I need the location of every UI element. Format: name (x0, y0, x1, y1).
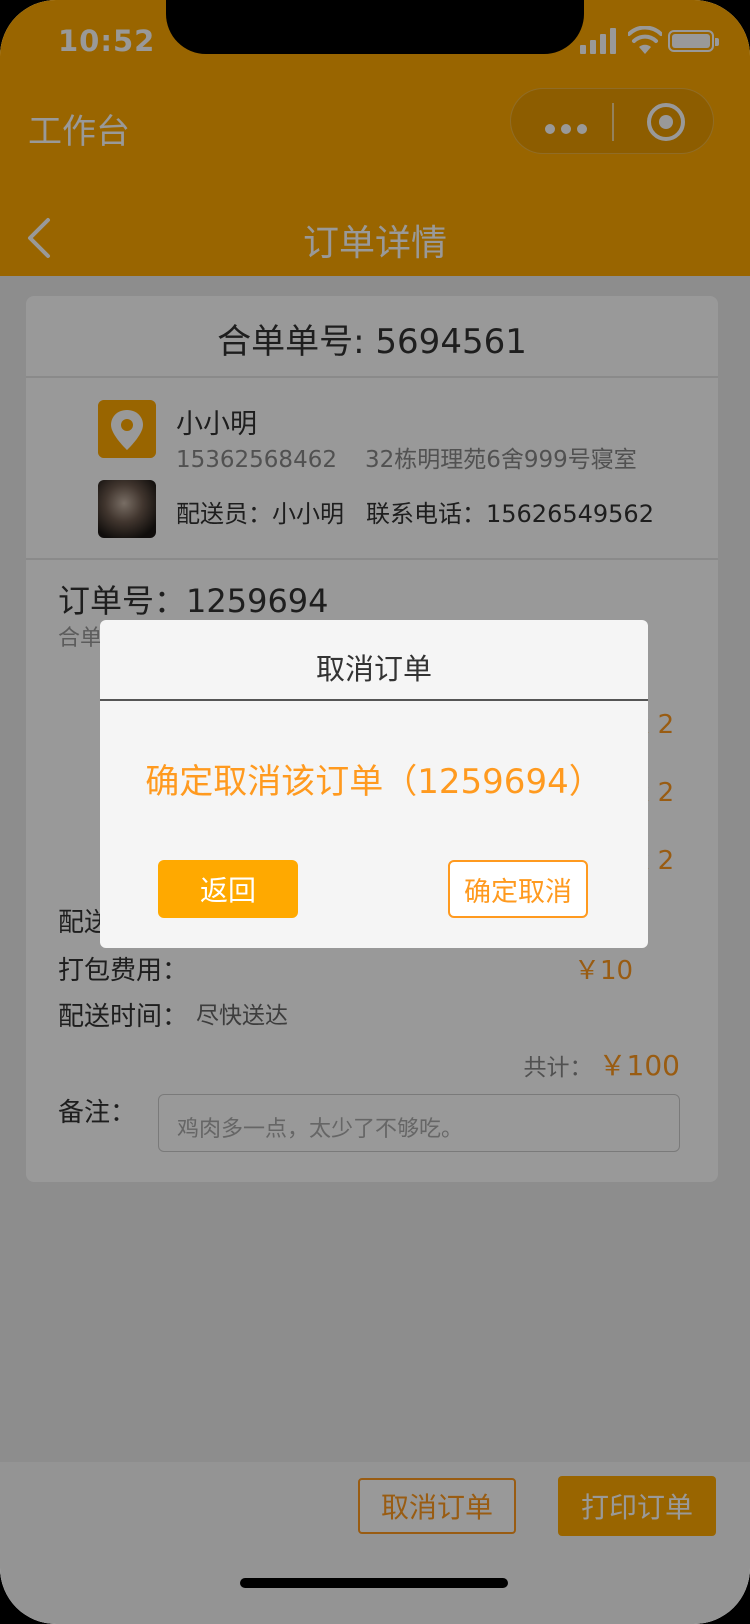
dialog-back-button[interactable]: 返回 (158, 860, 298, 918)
dialog-confirm-cancel-button[interactable]: 确定取消 (448, 860, 588, 918)
phone-screen: 10:52 工作台 订单详情 合单单号: 5694561 小小明 1536256… (0, 0, 750, 1624)
cancel-order-dialog: 取消订单 确定取消该订单（1259694） 返回 确定取消 (100, 620, 648, 948)
dialog-title: 取消订单 (315, 652, 432, 686)
dialog-divider (100, 699, 648, 701)
dialog-message: 确定取消该订单（1259694） (145, 762, 603, 802)
